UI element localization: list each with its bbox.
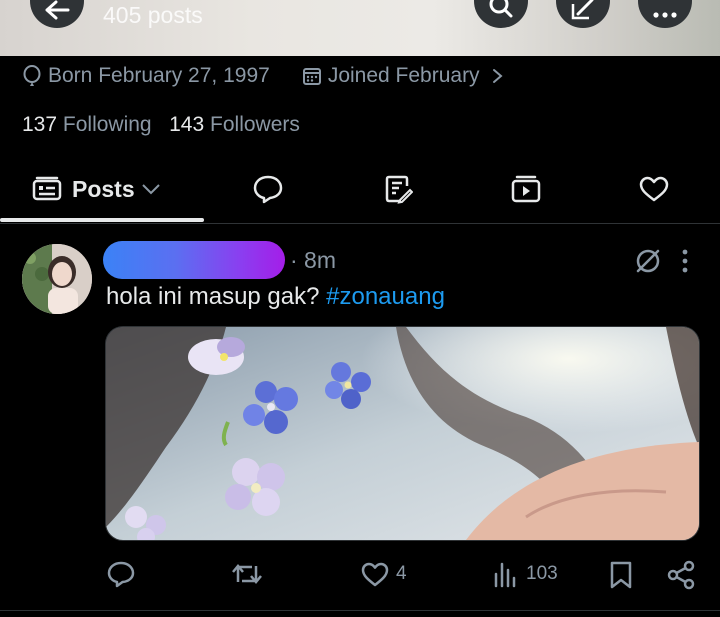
avatar[interactable] (22, 244, 92, 314)
posts-icon (32, 176, 62, 201)
more-horizontal-icon (653, 12, 677, 18)
repost-icon (232, 564, 262, 584)
followers-label: Followers (210, 113, 300, 136)
tab-articles[interactable] (368, 160, 428, 218)
arrow-left-icon (45, 0, 70, 20)
avatar-image (22, 244, 92, 314)
post-more-icon[interactable] (680, 248, 690, 274)
articles-icon (385, 175, 413, 204)
active-tab-indicator (0, 218, 204, 222)
following-label: Following (62, 113, 152, 136)
following-count: 137 (22, 113, 58, 136)
compose-icon (571, 0, 594, 20)
chevron-right-icon (492, 69, 503, 83)
view-count: 103 (526, 563, 558, 584)
born-text: Born February 27, 1997 (48, 64, 270, 87)
balloon-icon (23, 65, 41, 86)
more-button[interactable] (638, 0, 692, 28)
post-body: hola ini masup gak? (106, 283, 320, 310)
reply-button[interactable] (106, 560, 136, 588)
tab-posts[interactable]: Posts (32, 160, 182, 218)
divider (0, 223, 720, 224)
likes-icon (639, 176, 669, 202)
post-media-image[interactable] (105, 326, 700, 541)
flowers-in-water-image (106, 327, 699, 540)
grok-icon[interactable] (634, 247, 662, 275)
calendar-icon (302, 68, 321, 85)
divider (0, 610, 720, 611)
share-button[interactable] (666, 560, 696, 590)
following-link[interactable]: 137 Following (22, 113, 152, 136)
bookmark-icon (610, 561, 632, 589)
tab-posts-label: Posts (72, 175, 135, 202)
search-icon (489, 0, 513, 18)
views-button[interactable]: 103 (492, 560, 558, 588)
back-button[interactable] (30, 0, 84, 28)
post-text: hola ini masup gak? #zonauang (106, 283, 445, 311)
profile-meta: Born February 27, 1997 Joined February (22, 64, 514, 88)
views-bar-chart-icon (494, 562, 516, 588)
compose-button[interactable] (556, 0, 610, 28)
share-icon (667, 560, 695, 590)
bookmark-button[interactable] (608, 560, 634, 590)
joined-date[interactable]: Joined February (302, 64, 514, 88)
posts-count: 405 posts (103, 2, 203, 28)
author-name-redacted[interactable] (103, 241, 285, 279)
hashtag-link[interactable]: #zonauang (326, 283, 445, 310)
tab-replies[interactable] (238, 160, 298, 218)
follow-stats: 137 Following 143 Followers (22, 113, 300, 137)
post-timestamp[interactable]: · 8m (290, 247, 336, 274)
chevron-down-icon (141, 184, 160, 195)
profile-tabs: Posts (0, 160, 720, 222)
reply-icon (107, 561, 135, 588)
like-count: 4 (396, 563, 407, 584)
media-icon (511, 175, 541, 203)
tab-likes[interactable] (624, 160, 684, 218)
profile-banner: 405 posts (0, 0, 720, 56)
followers-link[interactable]: 143 Followers (169, 113, 300, 136)
replies-icon (253, 175, 283, 204)
birthday: Born February 27, 1997 (22, 64, 270, 88)
like-button[interactable]: 4 (360, 560, 407, 588)
heart-icon (361, 562, 389, 587)
joined-text: Joined February (327, 64, 480, 87)
search-button[interactable] (474, 0, 528, 28)
followers-count: 143 (169, 113, 205, 136)
post-actions: 4 103 (0, 560, 720, 594)
tab-media[interactable] (496, 160, 556, 218)
repost-button[interactable] (230, 560, 264, 588)
